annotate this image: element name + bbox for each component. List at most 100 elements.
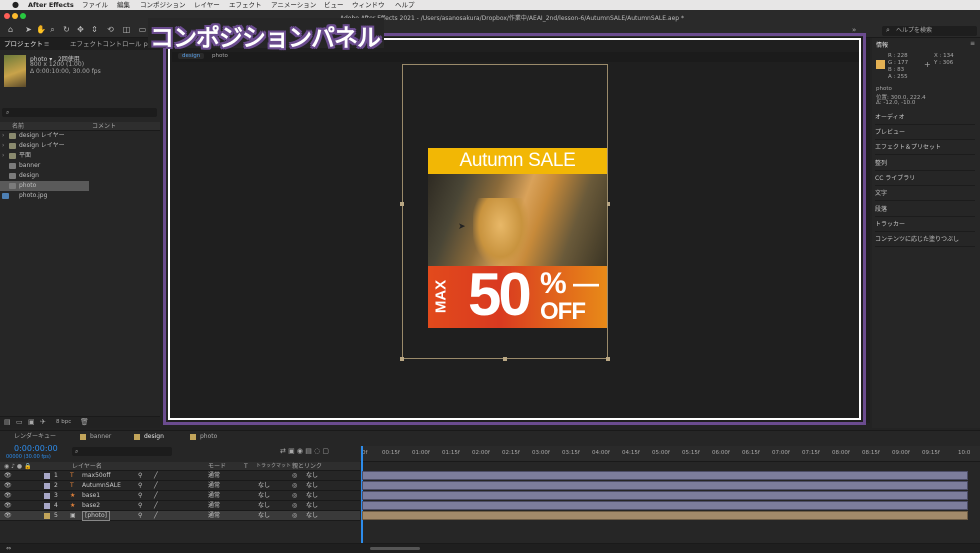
label-color[interactable] [44,513,50,519]
blend-mode-select[interactable]: 通常 [208,491,220,501]
layer-name[interactable]: AutumnSALE [82,481,121,491]
layer-name[interactable]: base1 [82,491,100,501]
visibility-icon[interactable]: 👁 [4,471,12,481]
bpc-label[interactable]: 8 bpc [56,419,71,425]
layer-search-input[interactable]: ⌕ [72,447,172,456]
col-layer-name[interactable]: レイヤー名 [72,462,102,471]
dolly-tool-icon[interactable]: ⇕ [90,25,99,34]
visibility-icon[interactable]: 👁 [4,491,12,501]
home-icon[interactable]: ⌂ [6,25,15,34]
quality-switch-icon[interactable]: ╱ [154,511,158,521]
tab-photo[interactable]: photo [200,432,217,442]
menu-window[interactable]: ウィンドウ [352,0,385,10]
project-item[interactable]: › design レイヤー [0,131,160,141]
menu-composition[interactable]: コンポジション [140,0,186,10]
col-mode[interactable]: モード [208,462,226,471]
panel-content-aware-fill[interactable]: コンテンツに応じた塗りつぶし [875,233,975,247]
selection-tool-icon[interactable]: ➤ [24,25,33,34]
blend-mode-select[interactable]: 通常 [208,511,220,521]
current-timecode[interactable]: 0:00:00:00 [14,444,58,453]
parent-select[interactable]: なし [306,481,318,491]
menu-file[interactable]: ファイル [82,0,108,10]
panel-audio[interactable]: オーディオ [875,111,975,125]
flowchart-icon[interactable]: ✈ [40,418,46,426]
av-switches-icons[interactable]: ◉ ♪ ● 🔒 [4,462,32,471]
track-matte-select[interactable]: なし [258,491,270,501]
tab-info[interactable]: 情報 [876,40,888,49]
shy-switch-icon[interactable]: ⚲ [138,511,142,521]
layer-duration-bar[interactable] [362,481,968,490]
zoom-window-button[interactable] [20,13,27,19]
apple-icon[interactable]: ● [12,0,19,10]
rotate-tool-icon[interactable]: ⟲ [106,25,115,34]
rectangle-tool-icon[interactable]: ▭ [138,25,147,34]
track-matte-select[interactable]: なし [258,511,270,521]
project-item[interactable]: photo.jpg [0,191,160,201]
col-t[interactable]: T [244,462,248,471]
shy-switch-icon[interactable]: ⚲ [138,481,142,491]
pickwhip-icon[interactable]: ◎ [292,481,297,491]
hand-tool-icon[interactable]: ✋ [36,25,46,34]
panel-character[interactable]: 文字 [875,187,975,201]
quality-switch-icon[interactable]: ╱ [154,491,158,501]
pickwhip-icon[interactable]: ◎ [292,471,297,481]
layer-row[interactable]: 👁 3 ★ base1 ⚲ ╱ 通常 なし ◎ なし [0,491,360,501]
parent-select[interactable]: なし [306,511,318,521]
zoom-slider[interactable] [370,547,420,550]
shy-switch-icon[interactable]: ⚲ [138,501,142,511]
trash-icon[interactable]: 🗑 [80,418,89,426]
shy-switch-icon[interactable]: ⚲ [138,491,142,501]
layer-name[interactable]: [photo] [82,511,110,521]
tab-render-queue[interactable]: レンダーキュー [14,432,56,442]
expand-arrow-icon[interactable]: › [2,151,4,161]
panel-cc-libraries[interactable]: CC ライブラリ [875,172,975,186]
panel-effects-presets[interactable]: エフェクト＆プリセット [875,141,975,155]
blend-mode-select[interactable]: 通常 [208,501,220,511]
project-item[interactable]: › 平面 [0,151,160,161]
menu-animation[interactable]: アニメーション [271,0,316,10]
tab-project[interactable]: プロジェクト [4,38,43,50]
tab-effect-controls[interactable]: エフェクトコントロール p [70,38,148,50]
panel-menu-icon[interactable]: ≡ [970,40,975,47]
layer-row[interactable]: 👁 4 ★ base2 ⚲ ╱ 通常 なし ◎ なし [0,501,360,511]
project-search-input[interactable]: ⌕ [2,108,157,117]
menu-edit[interactable]: 編集 [117,0,130,10]
tab-banner[interactable]: banner [90,432,111,442]
pan-tool-icon[interactable]: ✥ [76,25,85,34]
label-color[interactable] [44,483,50,489]
new-folder-icon[interactable]: ▭ [16,418,23,426]
camera-tool-icon[interactable]: ◫ [122,25,131,34]
expand-arrow-icon[interactable]: › [2,141,4,151]
zoom-tool-icon[interactable]: ⌕ [48,25,57,34]
col-track-matte[interactable]: トラックマット [256,462,291,471]
help-search-input[interactable]: ヘルプを検索 [882,26,977,36]
col-parent[interactable]: 親とリンク [292,462,322,471]
layer-duration-bar[interactable] [362,491,968,500]
panel-paragraph[interactable]: 段落 [875,203,975,217]
timeline-switch-icons[interactable]: ⇄ ▣ ◉ ▤ ◌ ▢ [280,447,329,455]
panel-menu-icon[interactable]: ≡ [44,38,49,50]
time-ruler[interactable]: 0f 00:15f 01:00f 01:15f 02:00f 02:15f 03… [360,446,980,462]
panel-preview[interactable]: プレビュー [875,126,975,140]
quality-switch-icon[interactable]: ╱ [154,501,158,511]
quality-switch-icon[interactable]: ╱ [154,481,158,491]
toggle-switches-icon[interactable]: ⇔ [6,545,11,552]
menu-help[interactable]: ヘルプ [395,0,415,10]
track-matte-select[interactable]: なし [258,501,270,511]
visibility-icon[interactable]: 👁 [4,481,12,491]
layer-duration-bar[interactable] [362,471,968,480]
layer-name[interactable]: base2 [82,501,100,511]
layer-row-selected[interactable]: 👁 5 ▣ [photo] ⚲ ╱ 通常 なし ◎ なし [0,511,360,521]
label-color[interactable] [44,503,50,509]
panel-align[interactable]: 整列 [875,157,975,171]
label-color[interactable] [44,493,50,499]
layer-duration-bar[interactable] [362,501,968,510]
col-comment[interactable]: コメント [92,122,116,131]
menu-view[interactable]: ビュー [324,0,344,10]
layer-row[interactable]: 👁 2 T AutumnSALE ⚲ ╱ 通常 なし ◎ なし [0,481,360,491]
shy-switch-icon[interactable]: ⚲ [138,471,142,481]
visibility-icon[interactable]: 👁 [4,501,12,511]
menu-layer[interactable]: レイヤー [194,0,220,10]
layer-name[interactable]: max50off [82,471,111,481]
label-color[interactable] [44,473,50,479]
